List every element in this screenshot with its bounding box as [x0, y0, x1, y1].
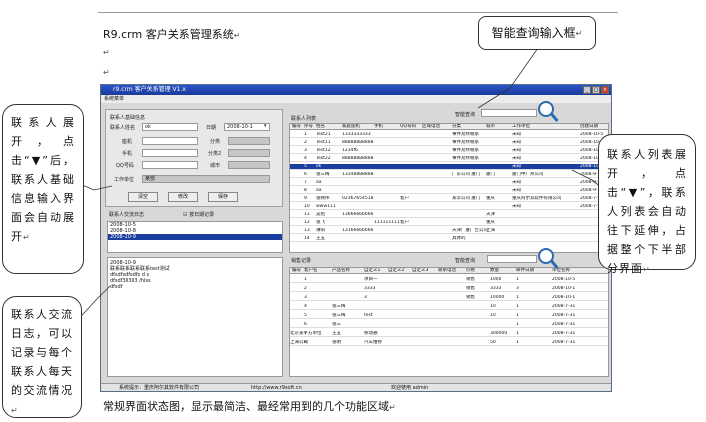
leader-contact-form: [79, 183, 113, 191]
callout-search: 智能查询输入框 ↵: [478, 16, 596, 50]
callout-comm-log: 联系人交流日志，可以记录与每个联系人每天的交流情况↵: [2, 296, 82, 418]
callout-contact-expand: 联系人展开，点击“▼”后，联系人基础信息输入界面会自动展开↵: [2, 104, 84, 274]
leader-search: [477, 47, 539, 109]
callout-contact-list: 联系人列表展开，点击“▼”，联系人列表会自动往下延伸，占据整个下半部分界面↵: [598, 134, 696, 275]
